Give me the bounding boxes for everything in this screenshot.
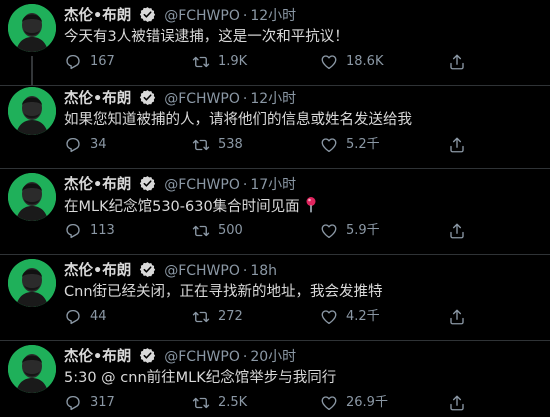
timestamp[interactable]: 12小时 (250, 8, 296, 24)
tweet-actions: 34 538 5.2千 (64, 135, 484, 155)
display-name[interactable]: 杰伦•布朗 (64, 263, 131, 279)
display-name[interactable]: 杰伦•布朗 (64, 177, 131, 193)
tweet[interactable]: 杰伦•布朗 @FCHWPO · 12小时 今天有3人被错误逮捕，这是一次和平抗议！ … (0, 0, 550, 86)
user-handle[interactable]: @FCHWPO (164, 91, 240, 107)
reply-icon (66, 137, 80, 153)
tweet-text: Cnn街已经关闭，正在寻找新的地址，我会发推特 (64, 284, 383, 300)
tweet-header: 杰伦•布朗 @FCHWPO · 20小时 (64, 347, 296, 367)
avatar-portrait-icon (8, 345, 56, 393)
user-handle[interactable]: @FCHWPO (164, 177, 240, 193)
tweet-text: 今天有3人被错误逮捕，这是一次和平抗议！ (64, 29, 349, 45)
tweet-header: 杰伦•布朗 @FCHWPO · 12小时 (64, 6, 296, 26)
verified-badge-icon (139, 7, 155, 22)
display-name[interactable]: 杰伦•布朗 (64, 349, 131, 365)
separator-dot: · (242, 177, 248, 193)
avatar-portrait-icon (8, 87, 56, 135)
reply-count: 44 (90, 309, 107, 324)
avatar[interactable] (8, 345, 56, 393)
avatar-portrait-icon (8, 173, 56, 221)
avatar[interactable] (8, 4, 56, 52)
tweet-header: 杰伦•布朗 @FCHWPO · 18h (64, 261, 277, 281)
reply-count: 34 (90, 137, 107, 152)
retweet-icon (192, 311, 210, 323)
tweet-header: 杰伦•布朗 @FCHWPO · 12小时 (64, 89, 296, 109)
like-icon (321, 138, 337, 153)
retweet-icon (192, 56, 210, 68)
display-name[interactable]: 杰伦•布朗 (64, 8, 131, 24)
like-icon (321, 55, 337, 70)
reply-icon (66, 54, 80, 70)
share-icon (450, 137, 464, 153)
verified-badge-icon (139, 262, 155, 277)
tweet-actions: 44 272 4.2千 (64, 307, 484, 327)
reply-icon (66, 309, 80, 325)
retweet-count: 1.9K (218, 54, 248, 69)
thread-line (31, 56, 33, 86)
timestamp[interactable]: 17小时 (250, 177, 296, 193)
like-count: 5.2千 (346, 137, 380, 152)
share-icon (450, 309, 464, 325)
separator-dot: · (242, 8, 248, 24)
retweet-icon (192, 139, 210, 151)
timestamp[interactable]: 18h (250, 263, 277, 279)
tweet[interactable]: 杰伦•布朗 @FCHWPO · 20小时 5:30 @ cnn前往MLK纪念馆举步与… (0, 341, 550, 417)
retweet-count: 500 (218, 223, 243, 238)
tweet-text: 在MLK纪念馆530-630集合时间见面 (64, 196, 534, 217)
user-handle[interactable]: @FCHWPO (164, 263, 240, 279)
tweet-actions: 317 2.5K 26.9千 (64, 393, 484, 413)
avatar[interactable] (8, 259, 56, 307)
tweet-text-content: 在MLK纪念馆530-630集合时间见面 (64, 199, 300, 215)
reply-icon (66, 395, 80, 411)
tweet[interactable]: 杰伦•布朗 @FCHWPO · 12小时 如果您知道被捕的人，请将他们的信息或姓名发… (0, 83, 550, 169)
user-handle[interactable]: @FCHWPO (164, 349, 240, 365)
pushpin-icon (306, 197, 316, 213)
avatar-portrait-icon (8, 259, 56, 307)
verified-badge-icon (139, 348, 155, 363)
share-icon (450, 395, 464, 411)
like-count: 26.9千 (346, 395, 388, 410)
share-icon (450, 223, 464, 239)
timestamp[interactable]: 20小时 (250, 349, 296, 365)
retweet-count: 272 (218, 309, 243, 324)
tweet-text: 5:30 @ cnn前往MLK纪念馆举步与我同行 (64, 370, 337, 386)
tweet-header: 杰伦•布朗 @FCHWPO · 17小时 (64, 175, 296, 195)
like-icon (321, 224, 337, 239)
reply-icon (66, 223, 80, 239)
tweet-actions: 113 500 5.9千 (64, 221, 484, 241)
retweet-icon (192, 397, 210, 409)
timestamp[interactable]: 12小时 (250, 91, 296, 107)
reply-count: 113 (90, 223, 115, 238)
user-handle[interactable]: @FCHWPO (164, 8, 240, 24)
like-icon (321, 310, 337, 325)
display-name[interactable]: 杰伦•布朗 (64, 91, 131, 107)
avatar-portrait-icon (8, 4, 56, 52)
avatar[interactable] (8, 87, 56, 135)
retweet-count: 538 (218, 137, 243, 152)
verified-badge-icon (139, 176, 155, 191)
separator-dot: · (242, 91, 248, 107)
like-count: 18.6K (346, 54, 384, 69)
like-icon (321, 396, 337, 411)
retweet-count: 2.5K (218, 395, 248, 410)
retweet-icon (192, 225, 210, 237)
separator-dot: · (242, 349, 248, 365)
reply-count: 167 (90, 54, 115, 69)
tweet[interactable]: 杰伦•布朗 @FCHWPO · 18h Cnn街已经关闭，正在寻找新的地址，我会发推… (0, 255, 550, 341)
like-count: 5.9千 (346, 223, 380, 238)
separator-dot: · (242, 263, 248, 279)
like-count: 4.2千 (346, 309, 380, 324)
verified-badge-icon (139, 90, 155, 105)
share-icon (450, 54, 464, 70)
avatar[interactable] (8, 173, 56, 221)
tweet-actions: 167 1.9K 18.6K (64, 52, 484, 72)
tweet[interactable]: 杰伦•布朗 @FCHWPO · 17小时 在MLK纪念馆530-630集合时间见面 … (0, 169, 550, 255)
tweet-text: 如果您知道被捕的人，请将他们的信息或姓名发送给我 (64, 112, 412, 128)
tweet-feed: 杰伦•布朗 @FCHWPO · 12小时 今天有3人被错误逮捕，这是一次和平抗议！ … (0, 0, 550, 417)
reply-count: 317 (90, 395, 115, 410)
